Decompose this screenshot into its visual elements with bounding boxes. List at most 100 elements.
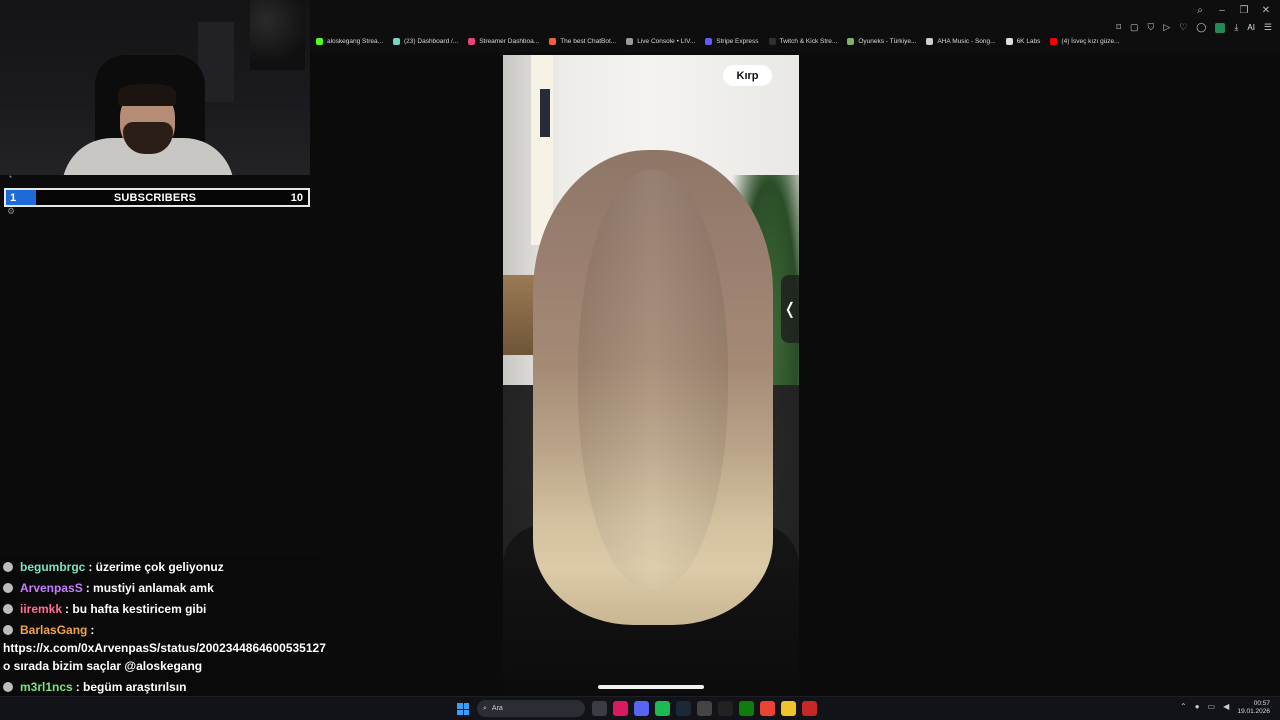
chat-text: : bu hafta kestiricem gibi — [65, 602, 207, 616]
restore-icon[interactable]: ❐ — [1238, 5, 1250, 16]
bookmark-item[interactable]: Live Console • LIV... — [626, 38, 695, 45]
extension-icon[interactable] — [1215, 22, 1226, 33]
webcam-feed — [0, 0, 310, 175]
chat-badge-icon — [3, 682, 13, 692]
chat-badge-icon — [3, 604, 13, 614]
chat-username[interactable]: m3rl1ncs — [20, 680, 73, 694]
chat-message: ArvenpasS: mustiyi anlamak amk — [3, 581, 214, 595]
bookmark-item[interactable]: Twitch & Kick Stre... — [768, 38, 838, 45]
network-icon[interactable]: ▭ — [1208, 702, 1216, 711]
timer-icon: ◔ — [7, 172, 13, 182]
bookmark-label: 6K Labs — [1016, 38, 1041, 45]
heart-icon[interactable]: ♡ — [1179, 22, 1187, 33]
bookmark-icon[interactable]: ⌑ — [1116, 22, 1121, 33]
chat-message: o sırada bizim saçlar @aloskegang — [3, 659, 202, 673]
chat-message: BarlasGang: — [3, 623, 94, 637]
bookmark-item[interactable]: aloskegang Strea... — [316, 38, 383, 45]
webcam-plant — [250, 0, 305, 70]
favicon-icon — [549, 38, 557, 45]
play-icon[interactable]: ▷ — [1163, 22, 1170, 33]
bookmark-item[interactable]: AHA Music - Song... — [926, 38, 996, 45]
download-icon[interactable]: ⤓ — [1234, 22, 1238, 33]
phone-video: Kırp ❬ — [503, 55, 799, 693]
menu-icon[interactable]: ☰ — [1264, 22, 1272, 33]
extension-toolbar: ⌑ ▢ ⛉ ▷ ♡ ◯ ⤓ AI ☰ — [1116, 22, 1272, 33]
favicon-icon — [626, 38, 634, 45]
favicon-icon — [316, 38, 323, 45]
bookmark-label: aloskegang Strea... — [327, 38, 384, 45]
video-wall-art — [540, 89, 550, 137]
close-icon[interactable]: ✕ — [1260, 5, 1272, 16]
chat-text: : üzerime çok geliyonuz — [88, 560, 224, 574]
stream-screen: ⌕ – ❐ ✕ ⌑ ▢ ⛉ ▷ ♡ ◯ ⤓ AI ☰ aloskegang St… — [0, 0, 1280, 720]
bookmarks-bar: aloskegang Strea... (23) Dashboard /... St… — [316, 38, 1120, 45]
home-indicator — [598, 685, 704, 689]
chat-message: begumbrgc: üzerime çok geliyonuz — [3, 560, 224, 574]
bookmark-label: Oyuneks - Türkiye... — [858, 38, 917, 45]
chat-text: : — [90, 623, 95, 637]
chat-icon[interactable]: ◯ — [1196, 22, 1206, 33]
start-button[interactable] — [457, 703, 469, 715]
search-icon[interactable]: ⌕ — [1194, 5, 1206, 16]
minimize-icon[interactable]: – — [1216, 5, 1228, 16]
steam-icon[interactable] — [676, 701, 691, 716]
screenshot-icon[interactable]: ▢ — [1130, 22, 1139, 33]
chevron-up-icon[interactable]: ⌃ — [1180, 702, 1187, 711]
bookmark-label: Stripe Express — [716, 38, 759, 45]
terminal-icon[interactable] — [697, 701, 712, 716]
chat-badge-icon — [3, 562, 13, 572]
chat-text: : begüm araştırılsın — [75, 680, 187, 694]
recorder-icon[interactable] — [802, 701, 817, 716]
bookmark-label: (4) İsveç kızı güze... — [1061, 38, 1120, 45]
chat-username[interactable]: begumbrgc — [20, 560, 85, 574]
taskbar-clock[interactable]: 00:57 19.01.2026 — [1237, 700, 1270, 716]
bookmark-label: The best ChatBot... — [560, 38, 617, 45]
chat-message: https://x.com/0xArvenpasS/status/2002344… — [3, 641, 326, 655]
ai-button[interactable]: AI — [1247, 23, 1255, 32]
xbox-icon[interactable] — [739, 701, 754, 716]
bookmark-label: Twitch & Kick Stre... — [779, 38, 838, 45]
side-panel-handle[interactable]: ❬ — [781, 275, 799, 343]
chat-text: : mustiyi anlamak amk — [85, 581, 214, 595]
chrome-icon[interactable] — [760, 701, 775, 716]
bookmark-item[interactable]: Stripe Express — [705, 38, 759, 45]
subscriber-label: SUBSCRIBERS — [113, 191, 197, 204]
bookmark-item[interactable]: Streamer Dashboa... — [468, 38, 539, 45]
chat-username[interactable]: iiremkk — [20, 602, 62, 616]
chat-badge-icon — [3, 583, 13, 593]
bookmark-item[interactable]: (4) İsveç kızı güze... — [1050, 38, 1120, 45]
video-hair — [533, 150, 773, 625]
crop-button[interactable]: Kırp — [723, 65, 772, 86]
chat-text: https://x.com/0xArvenpasS/status/2002344… — [3, 641, 326, 655]
taskbar-search-placeholder: Ara — [491, 705, 503, 712]
favicon-icon — [768, 38, 776, 45]
favicon-icon — [1005, 38, 1013, 45]
bookmark-item[interactable]: The best ChatBot... — [549, 38, 616, 45]
taskbar-search[interactable]: ⌕ Ara — [477, 700, 585, 717]
chat-message: m3rl1ncs: begüm araştırılsın — [3, 680, 186, 694]
settings-icon: ⚙ — [7, 206, 16, 216]
chat-username[interactable]: ArvenpasS — [20, 581, 83, 595]
subscriber-current: 1 — [10, 191, 17, 204]
bookmark-label: AHA Music - Song... — [937, 38, 996, 45]
bookmark-label: Live Console • LIV... — [637, 38, 696, 45]
bookmark-item[interactable]: Oyuneks - Türkiye... — [847, 38, 916, 45]
webcam-hair — [118, 84, 176, 106]
microphone-icon[interactable]: ● — [1195, 702, 1200, 711]
spotify-icon[interactable] — [655, 701, 670, 716]
bookmark-label: Streamer Dashboa... — [479, 38, 540, 45]
app-icon[interactable] — [718, 701, 733, 716]
bookmark-item[interactable]: 6K Labs — [1005, 38, 1041, 45]
task-view-icon[interactable] — [592, 701, 607, 716]
opera-icon[interactable] — [613, 701, 628, 716]
favicon-icon — [393, 38, 401, 45]
chat-text: o sırada bizim saçlar @aloskegang — [3, 659, 203, 673]
folder-icon[interactable] — [781, 701, 796, 716]
shield-icon[interactable]: ⛉ — [1148, 22, 1155, 33]
bookmark-item[interactable]: (23) Dashboard /... — [393, 38, 458, 45]
search-icon: ⌕ — [483, 704, 487, 712]
volume-icon[interactable]: ◀ — [1223, 702, 1229, 711]
favicon-icon — [705, 38, 713, 45]
chat-username[interactable]: BarlasGang — [20, 623, 87, 637]
discord-icon[interactable] — [634, 701, 649, 716]
